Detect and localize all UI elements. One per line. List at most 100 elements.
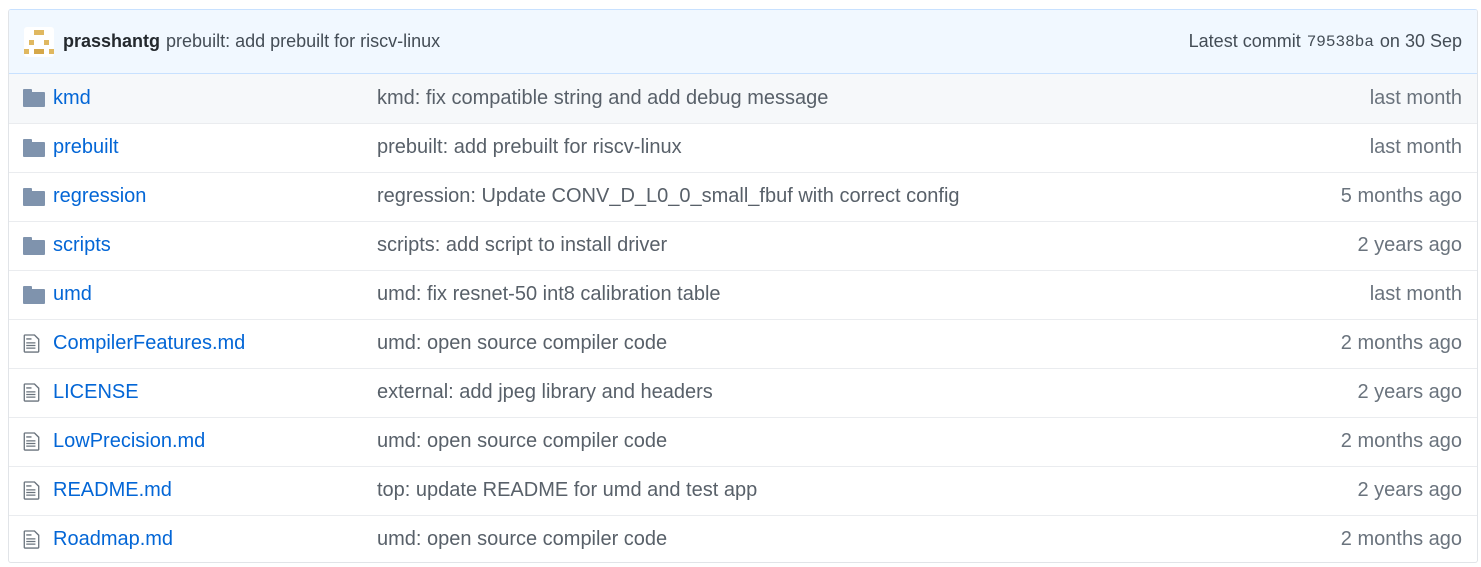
commit-message-link[interactable]: regression: Update CONV_D_L0_0_small_fbu… (377, 185, 960, 207)
name-cell: Roadmap.md (53, 515, 377, 562)
folder-icon (23, 136, 45, 158)
age-cell: 2 years ago (1217, 221, 1477, 270)
age-cell: 2 years ago (1217, 368, 1477, 417)
name-cell: README.md (53, 466, 377, 515)
commit-age: 2 years ago (1357, 479, 1462, 501)
commit-age: last month (1369, 283, 1462, 305)
file-name-link[interactable]: kmd (53, 87, 91, 109)
commit-age: last month (1369, 86, 1462, 109)
commit-message-link[interactable]: umd: open source compiler code (377, 430, 667, 452)
commit-message-link[interactable]: scripts: add script to install driver (377, 234, 667, 256)
icon-cell (9, 221, 53, 270)
file-name-link[interactable]: scripts (53, 234, 111, 256)
file-row[interactable]: LICENSE external: add jpeg library and he… (9, 368, 1477, 417)
file-name-link[interactable]: prebuilt (53, 136, 119, 158)
latest-commit-label: Latest commit (1188, 31, 1301, 51)
icon-cell (9, 123, 53, 172)
name-cell: scripts (53, 221, 377, 270)
folder-icon (23, 185, 45, 207)
age-cell: 2 months ago (1217, 417, 1477, 466)
message-cell: regression: Update CONV_D_L0_0_small_fbu… (377, 172, 1217, 221)
icon-cell (9, 172, 53, 221)
name-cell: CompilerFeatures.md (53, 319, 377, 368)
commit-age: 2 months ago (1340, 528, 1462, 551)
message-cell: umd: open source compiler code (377, 515, 1217, 562)
name-cell: kmd (53, 74, 377, 123)
icon-cell (9, 417, 53, 466)
commit-age: 2 months ago (1340, 332, 1462, 354)
file-row[interactable]: kmd kmd: fix compatible string and add de… (9, 74, 1477, 123)
message-cell: top: update README for umd and test app (377, 466, 1217, 515)
commit-age: 2 years ago (1357, 234, 1462, 256)
age-cell: 2 months ago (1217, 319, 1477, 368)
name-cell: LICENSE (53, 368, 377, 417)
age-cell: last month (1217, 270, 1477, 319)
file-row[interactable]: prebuilt prebuilt: add prebuilt for riscv… (9, 123, 1477, 172)
icon-cell (9, 515, 53, 562)
commit-message-link[interactable]: umd: open source compiler code (377, 332, 667, 354)
file-text-icon (23, 528, 40, 550)
file-row[interactable]: scripts scripts: add script to install dr… (9, 221, 1477, 270)
commit-message-link[interactable]: top: update README for umd and test app (377, 479, 757, 501)
file-text-icon (23, 430, 40, 452)
file-text-icon (23, 479, 40, 501)
commit-date: on 30 Sep (1379, 31, 1462, 51)
commit-message-link[interactable]: prebuilt: add prebuilt for riscv-linux (166, 31, 440, 52)
file-name-link[interactable]: Roadmap.md (53, 528, 173, 550)
commit-meta: Latest commit 79538ba on 30 Sep (1189, 31, 1462, 52)
commit-message-link[interactable]: umd: fix resnet-50 int8 calibration tabl… (377, 283, 721, 305)
author-avatar[interactable] (24, 26, 54, 57)
name-cell: regression (53, 172, 377, 221)
commit-sha-link[interactable]: 79538ba (1307, 33, 1374, 51)
commit-age: 2 months ago (1340, 430, 1462, 452)
file-browser: prasshantg prebuilt: add prebuilt for ri… (8, 9, 1478, 563)
message-cell: prebuilt: add prebuilt for riscv-linux (377, 123, 1217, 172)
commit-age: last month (1369, 136, 1462, 158)
age-cell: 2 years ago (1217, 466, 1477, 515)
file-table: kmd kmd: fix compatible string and add de… (9, 74, 1477, 562)
file-row[interactable]: regression regression: Update CONV_D_L0_0… (9, 172, 1477, 221)
file-name-link[interactable]: regression (53, 185, 146, 207)
folder-icon (23, 87, 45, 109)
icon-cell (9, 319, 53, 368)
file-name-link[interactable]: umd (53, 283, 92, 305)
icon-cell (9, 74, 53, 123)
file-name-link[interactable]: LICENSE (53, 381, 139, 403)
message-cell: external: add jpeg library and headers (377, 368, 1217, 417)
commit-message-link[interactable]: umd: open source compiler code (377, 528, 667, 550)
file-row[interactable]: CompilerFeatures.md umd: open source comp… (9, 319, 1477, 368)
name-cell: umd (53, 270, 377, 319)
age-cell: last month (1217, 123, 1477, 172)
file-row[interactable]: umd umd: fix resnet-50 int8 calibration t… (9, 270, 1477, 319)
file-text-icon (23, 332, 40, 354)
folder-icon (23, 234, 45, 256)
age-cell: 5 months ago (1217, 172, 1477, 221)
message-cell: umd: fix resnet-50 int8 calibration tabl… (377, 270, 1217, 319)
message-cell: kmd: fix compatible string and add debug… (377, 74, 1217, 123)
message-cell: umd: open source compiler code (377, 319, 1217, 368)
name-cell: prebuilt (53, 123, 377, 172)
icon-cell (9, 368, 53, 417)
latest-commit-bar: prasshantg prebuilt: add prebuilt for ri… (9, 10, 1477, 74)
file-text-icon (23, 381, 40, 403)
file-row[interactable]: README.md top: update README for umd and … (9, 466, 1477, 515)
commit-message-link[interactable]: external: add jpeg library and headers (377, 381, 713, 403)
folder-icon (23, 283, 45, 305)
file-row[interactable]: LowPrecision.md umd: open source compiler… (9, 417, 1477, 466)
commit-age: 5 months ago (1340, 185, 1462, 207)
file-name-link[interactable]: CompilerFeatures.md (53, 332, 245, 354)
file-row[interactable]: Roadmap.md umd: open source compiler code… (9, 515, 1477, 562)
commit-age: 2 years ago (1357, 381, 1462, 403)
commit-message-link[interactable]: prebuilt: add prebuilt for riscv-linux (377, 136, 682, 158)
icon-cell (9, 270, 53, 319)
commit-author-link[interactable]: prasshantg (63, 31, 160, 52)
message-cell: scripts: add script to install driver (377, 221, 1217, 270)
file-name-link[interactable]: LowPrecision.md (53, 430, 205, 452)
age-cell: last month (1217, 74, 1477, 123)
file-name-link[interactable]: README.md (53, 479, 172, 501)
commit-message-link[interactable]: kmd: fix compatible string and add debug… (377, 87, 828, 109)
age-cell: 2 months ago (1217, 515, 1477, 562)
message-cell: umd: open source compiler code (377, 417, 1217, 466)
icon-cell (9, 466, 53, 515)
name-cell: LowPrecision.md (53, 417, 377, 466)
